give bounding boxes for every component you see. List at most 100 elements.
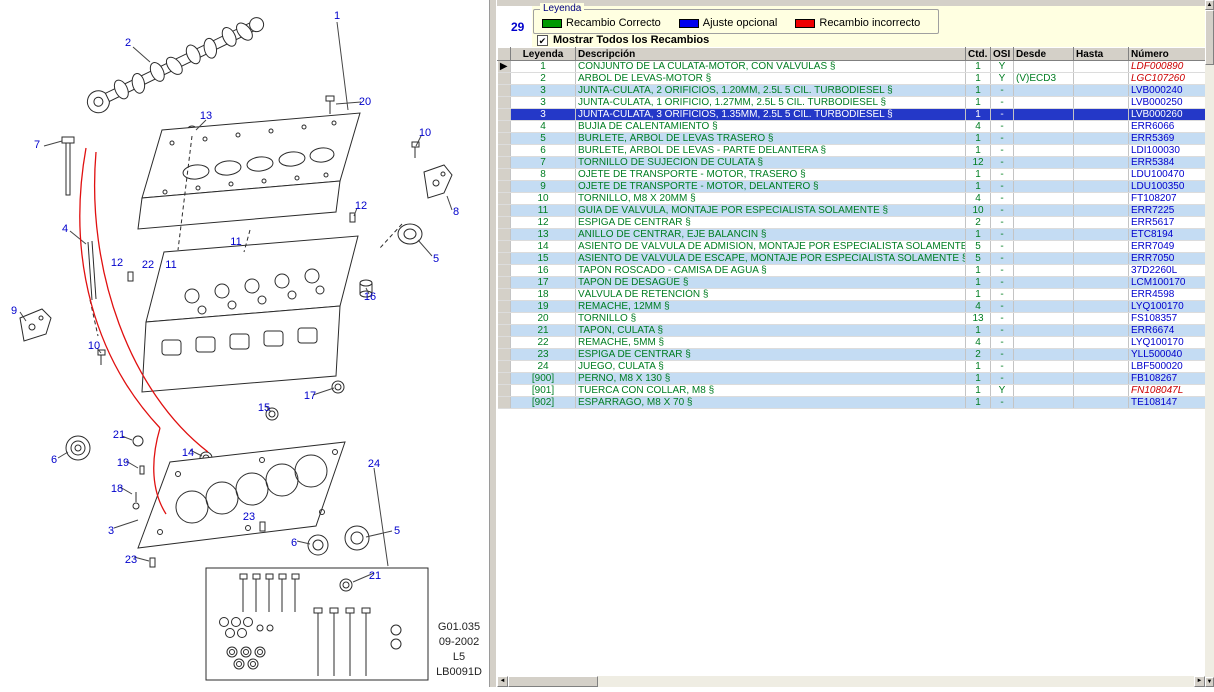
- diagram-callout[interactable]: 19: [117, 457, 129, 469]
- table-row[interactable]: 13ANILLO DE CENTRAR, EJE BALANCIN §1-ETC…: [498, 229, 1206, 241]
- diagram-callout[interactable]: 2: [125, 37, 131, 49]
- table-row[interactable]: 4BUJÍA DE CALENTAMIENTO §4-ERR6066: [498, 121, 1206, 133]
- record-selector-cell[interactable]: [498, 253, 511, 265]
- diagram-callout[interactable]: 20: [359, 96, 371, 108]
- table-row[interactable]: 11GUÍA DE VÁLVULA, MONTAJE POR ESPECIALI…: [498, 205, 1206, 217]
- diagram-callout[interactable]: 9: [11, 305, 17, 317]
- header-leyenda[interactable]: Leyenda: [511, 48, 576, 61]
- record-selector-cell[interactable]: [498, 361, 511, 373]
- header-descripcion[interactable]: Descripción: [576, 48, 966, 61]
- record-selector-cell[interactable]: [498, 337, 511, 349]
- table-row[interactable]: 24JUEGO, CULATA §1-LBF500020: [498, 361, 1206, 373]
- record-selector-cell[interactable]: [498, 157, 511, 169]
- diagram-callout[interactable]: 24: [368, 458, 380, 470]
- table-row[interactable]: 6BURLETE, ÁRBOL DE LEVAS - PARTE DELANTE…: [498, 145, 1206, 157]
- record-selector-cell[interactable]: [498, 97, 511, 109]
- header-numero[interactable]: Número: [1129, 48, 1206, 61]
- diagram-callout[interactable]: 1: [334, 10, 340, 22]
- diagram-callout[interactable]: 10: [419, 127, 431, 139]
- diagram-callout[interactable]: 3: [108, 525, 114, 537]
- record-selector-cell[interactable]: [498, 349, 511, 361]
- table-row[interactable]: 23ESPIGA DE CENTRAR §2-YLL500040: [498, 349, 1206, 361]
- table-row[interactable]: 15ASIENTO DE VÁLVULA DE ESCAPE, MONTAJE …: [498, 253, 1206, 265]
- record-selector-cell[interactable]: [498, 73, 511, 85]
- diagram-callout[interactable]: 12: [111, 257, 123, 269]
- table-row[interactable]: 9OJETE DE TRANSPORTE - MOTOR, DELANTERO …: [498, 181, 1206, 193]
- record-selector-cell[interactable]: [498, 169, 511, 181]
- record-selector-cell[interactable]: [498, 85, 511, 97]
- vertical-scrollbar[interactable]: ▲ ▼: [1205, 0, 1214, 687]
- record-selector-cell[interactable]: [498, 133, 511, 145]
- diagram-callout[interactable]: 8: [453, 206, 459, 218]
- record-selector-cell[interactable]: [498, 277, 511, 289]
- vertical-scroll-thumb[interactable]: [1205, 10, 1214, 65]
- page-indicator[interactable]: 29: [511, 20, 524, 34]
- diagram-callout[interactable]: 18: [111, 483, 123, 495]
- scroll-down-icon[interactable]: ▼: [1205, 677, 1214, 687]
- diagram-callout[interactable]: 15: [258, 402, 270, 414]
- diagram-callout[interactable]: 21: [113, 429, 125, 441]
- diagram-callout[interactable]: 12: [355, 200, 367, 212]
- header-ctd[interactable]: Ctd.: [966, 48, 991, 61]
- table-row[interactable]: 3JUNTA-CULATA, 2 ORIFICIOS, 1.20MM, 2.5L…: [498, 85, 1206, 97]
- record-selector-cell[interactable]: [498, 265, 511, 277]
- record-selector-cell[interactable]: [498, 229, 511, 241]
- record-selector-cell[interactable]: [498, 121, 511, 133]
- record-selector-cell[interactable]: [498, 301, 511, 313]
- table-row[interactable]: 18VÁLVULA DE RETENCIÓN §1-ERR4598: [498, 289, 1206, 301]
- table-row[interactable]: [901]TUERCA CON COLLAR, M8 §1YFN108047L: [498, 385, 1206, 397]
- table-row[interactable]: 3JUNTA-CULATA, 3 ORIFICIOS, 1.35MM, 2.5L…: [498, 109, 1206, 121]
- table-row[interactable]: 21TAPÓN, CULATA §1-ERR6674: [498, 325, 1206, 337]
- table-row[interactable]: 14ASIENTO DE VÁLVULA DE ADMISIÓN, MONTAJ…: [498, 241, 1206, 253]
- scroll-up-icon[interactable]: ▲: [1205, 0, 1214, 10]
- record-selector-cell[interactable]: [498, 205, 511, 217]
- scroll-right-icon[interactable]: ►: [1194, 676, 1205, 687]
- record-selector-cell[interactable]: [498, 109, 511, 121]
- record-selector-cell[interactable]: [498, 181, 511, 193]
- table-row[interactable]: 8OJETE DE TRANSPORTE - MOTOR, TRASERO §1…: [498, 169, 1206, 181]
- diagram-callout[interactable]: 14: [182, 447, 194, 459]
- table-row[interactable]: 2ARBOL DE LEVAS-MOTOR §1Y(V)ECD3LGC10726…: [498, 73, 1206, 85]
- diagram-callout[interactable]: 23: [243, 511, 255, 523]
- table-row[interactable]: 5BURLETE, ÁRBOL DE LEVAS TRASERO §1-ERR5…: [498, 133, 1206, 145]
- diagram-callout[interactable]: 5: [433, 253, 439, 265]
- table-row[interactable]: 19REMACHE, 12MM §4-LYQ100170: [498, 301, 1206, 313]
- record-selector-cell[interactable]: [498, 373, 511, 385]
- table-row[interactable]: 16TAPÓN ROSCADO - CAMISA DE AGUA §1-37D2…: [498, 265, 1206, 277]
- diagram-callout[interactable]: 23: [125, 554, 137, 566]
- diagram-callout[interactable]: 10: [88, 340, 100, 352]
- table-row[interactable]: 22REMACHE, 5MM §4-LYQ100170: [498, 337, 1206, 349]
- record-selector-cell[interactable]: [498, 241, 511, 253]
- diagram-callout[interactable]: 6: [51, 454, 57, 466]
- record-selector-cell[interactable]: [498, 385, 511, 397]
- record-selector-cell[interactable]: [498, 313, 511, 325]
- record-selector-cell[interactable]: [498, 217, 511, 229]
- show-all-parts-checkbox[interactable]: ✔: [537, 35, 548, 46]
- diagram-callout[interactable]: 17: [304, 390, 316, 402]
- record-selector-cell[interactable]: [498, 397, 511, 409]
- header-osi[interactable]: OSI: [991, 48, 1014, 61]
- record-selector-cell[interactable]: ▶: [498, 61, 511, 73]
- pane-splitter[interactable]: [489, 0, 497, 687]
- horizontal-scroll-thumb[interactable]: [508, 676, 598, 687]
- table-row[interactable]: 3JUNTA-CULATA, 1 ORIFICIO, 1.27MM, 2.5L …: [498, 97, 1206, 109]
- diagram-callout[interactable]: 6: [291, 537, 297, 549]
- diagram-callout[interactable]: 4: [62, 223, 68, 235]
- diagram-callout[interactable]: 11: [230, 236, 241, 248]
- record-selector-cell[interactable]: [498, 193, 511, 205]
- diagram-callout[interactable]: 21: [369, 570, 381, 582]
- table-row[interactable]: 12ESPIGA DE CENTRAR §2-ERR5617: [498, 217, 1206, 229]
- diagram-callout[interactable]: 11: [165, 259, 176, 271]
- diagram-callout[interactable]: 13: [200, 110, 212, 122]
- table-row[interactable]: 7TORNILLO DE SUJECIÓN DE CULATA §12-ERR5…: [498, 157, 1206, 169]
- diagram-callout[interactable]: 16: [364, 291, 376, 303]
- table-row[interactable]: [902]ESPÁRRAGO, M8 X 70 §1-TE108147: [498, 397, 1206, 409]
- header-desde[interactable]: Desde: [1014, 48, 1074, 61]
- scroll-left-icon[interactable]: ◄: [497, 676, 508, 687]
- table-row[interactable]: 17TAPÓN DE DESAGÜE §1-LCM100170: [498, 277, 1206, 289]
- record-selector-cell[interactable]: [498, 289, 511, 301]
- record-selector-cell[interactable]: [498, 325, 511, 337]
- table-row[interactable]: ▶1CONJUNTO DE LA CULATA-MOTOR, CON VÁLVU…: [498, 61, 1206, 73]
- record-selector-cell[interactable]: [498, 145, 511, 157]
- diagram-callout[interactable]: 7: [34, 139, 40, 151]
